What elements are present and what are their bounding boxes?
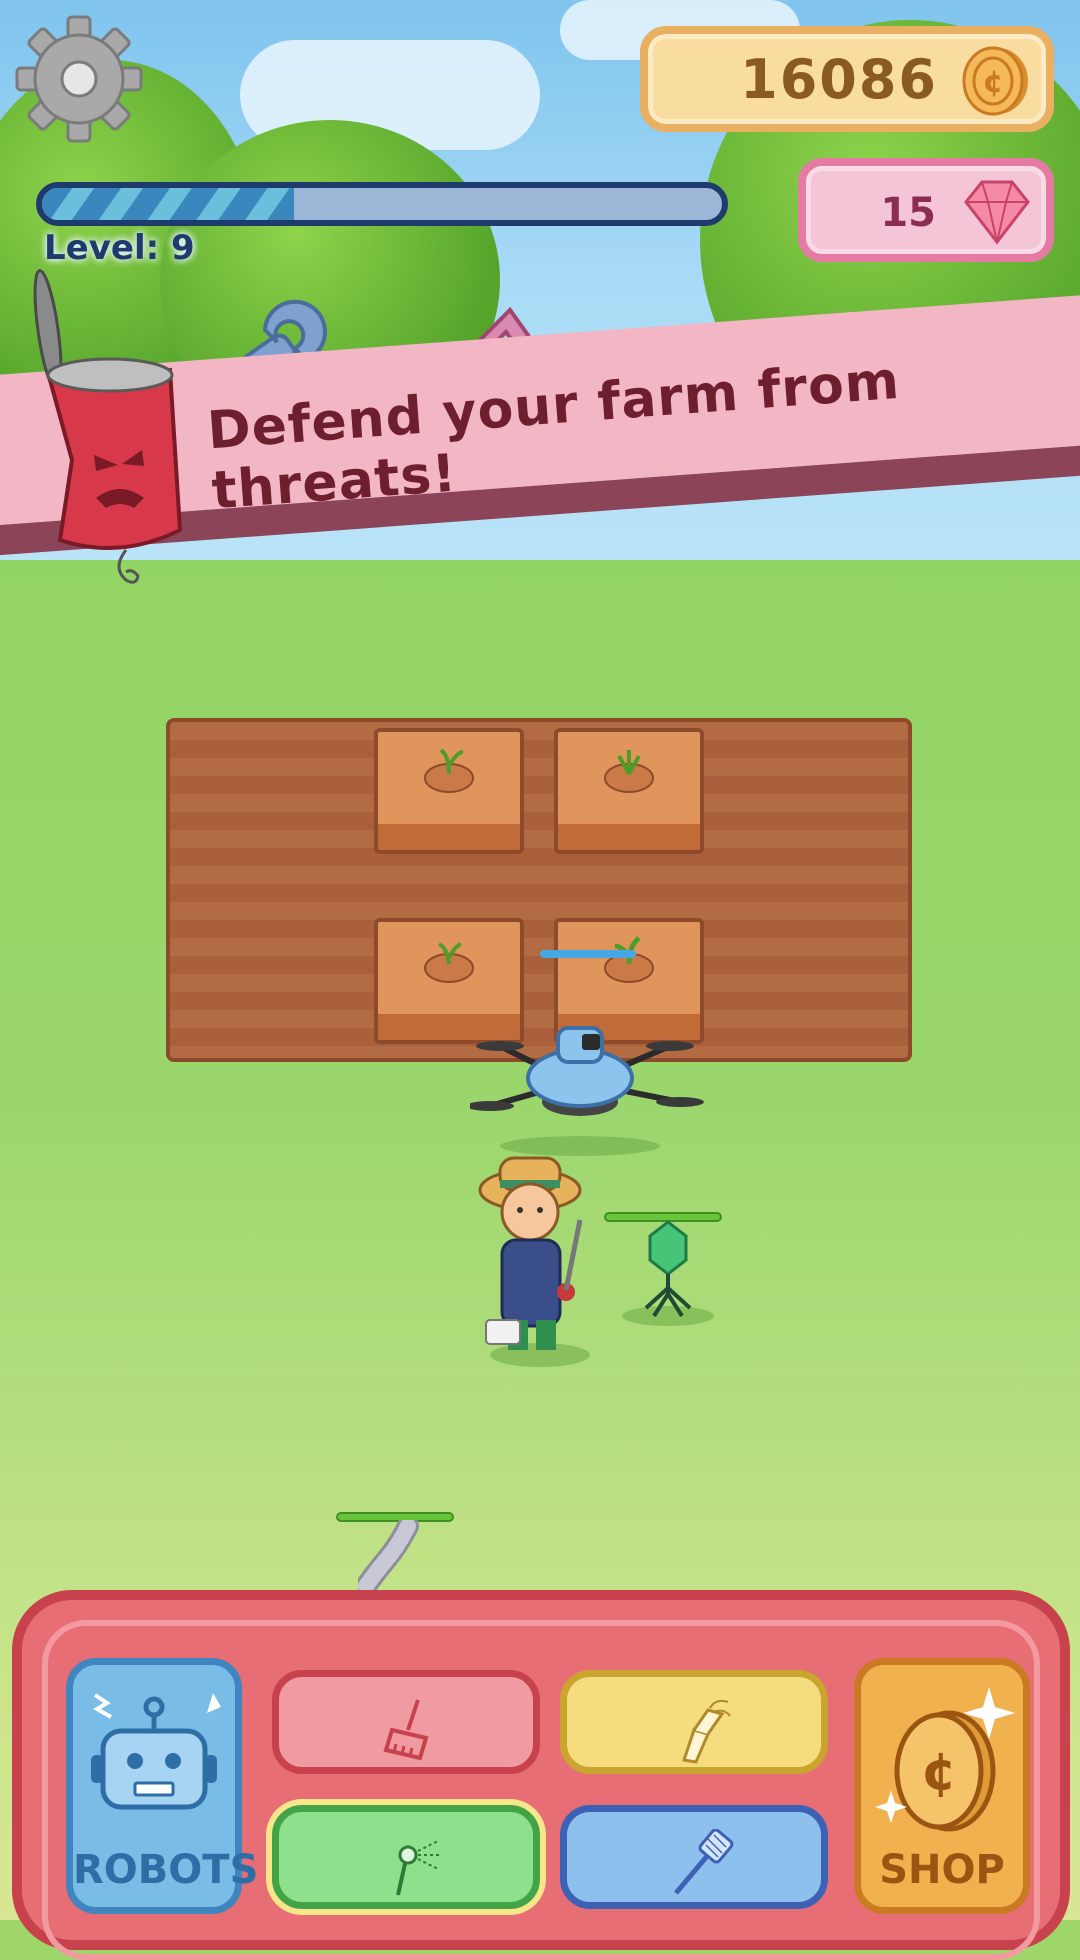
coin-counter[interactable]: 16086 ¢ [640,26,1054,132]
garden-plot[interactable] [374,728,524,854]
robot-icon [91,1693,221,1810]
svg-text:¢: ¢ [921,1742,957,1802]
grub-worm-pest[interactable] [358,1520,428,1590]
farmer-character [478,1156,590,1367]
gem-counter[interactable]: 15 [798,158,1054,262]
fly-swatter-tool-button[interactable] [560,1805,828,1909]
robots-label: ROBOTS [73,1847,259,1893]
coin-amount: 16086 [740,48,938,111]
flashlight-icon [682,1699,731,1764]
settings-gear-icon[interactable] [14,14,144,144]
sprout-icon [424,942,474,983]
green-bug-pest[interactable] [618,1216,718,1326]
robots-button[interactable]: ROBOTS [66,1658,259,1914]
drone-health-bar [540,950,636,958]
shop-label: SHOP [879,1847,1005,1893]
shop-coin-icon: ¢ [875,1687,1015,1832]
sprayer-tool-button[interactable] [272,1805,540,1909]
sprout-icon [424,748,474,793]
xp-progress-bar [36,182,728,226]
sprout-icon [604,936,654,983]
tool-tray: ROBOTS ¢ SHOP [12,1590,1070,1960]
gem-icon [964,180,1030,245]
shop-button[interactable]: ¢ SHOP [854,1658,1030,1914]
evil-tin-can-icon [33,269,183,584]
coin-icon: ¢ [962,46,1028,116]
sprayer-icon [396,1840,440,1896]
garden-plot[interactable] [554,728,704,854]
flashlight-tool-button[interactable] [560,1670,828,1774]
broom-icon [383,1699,429,1761]
xp-progress-fill [42,188,294,220]
broom-tool-button[interactable] [272,1670,540,1774]
sprout-icon [604,750,654,793]
svg-text:¢: ¢ [983,65,1004,100]
gem-amount: 15 [880,190,936,236]
fly-swatter-icon [674,1829,734,1895]
spray-drone-robot[interactable] [470,1006,710,1156]
